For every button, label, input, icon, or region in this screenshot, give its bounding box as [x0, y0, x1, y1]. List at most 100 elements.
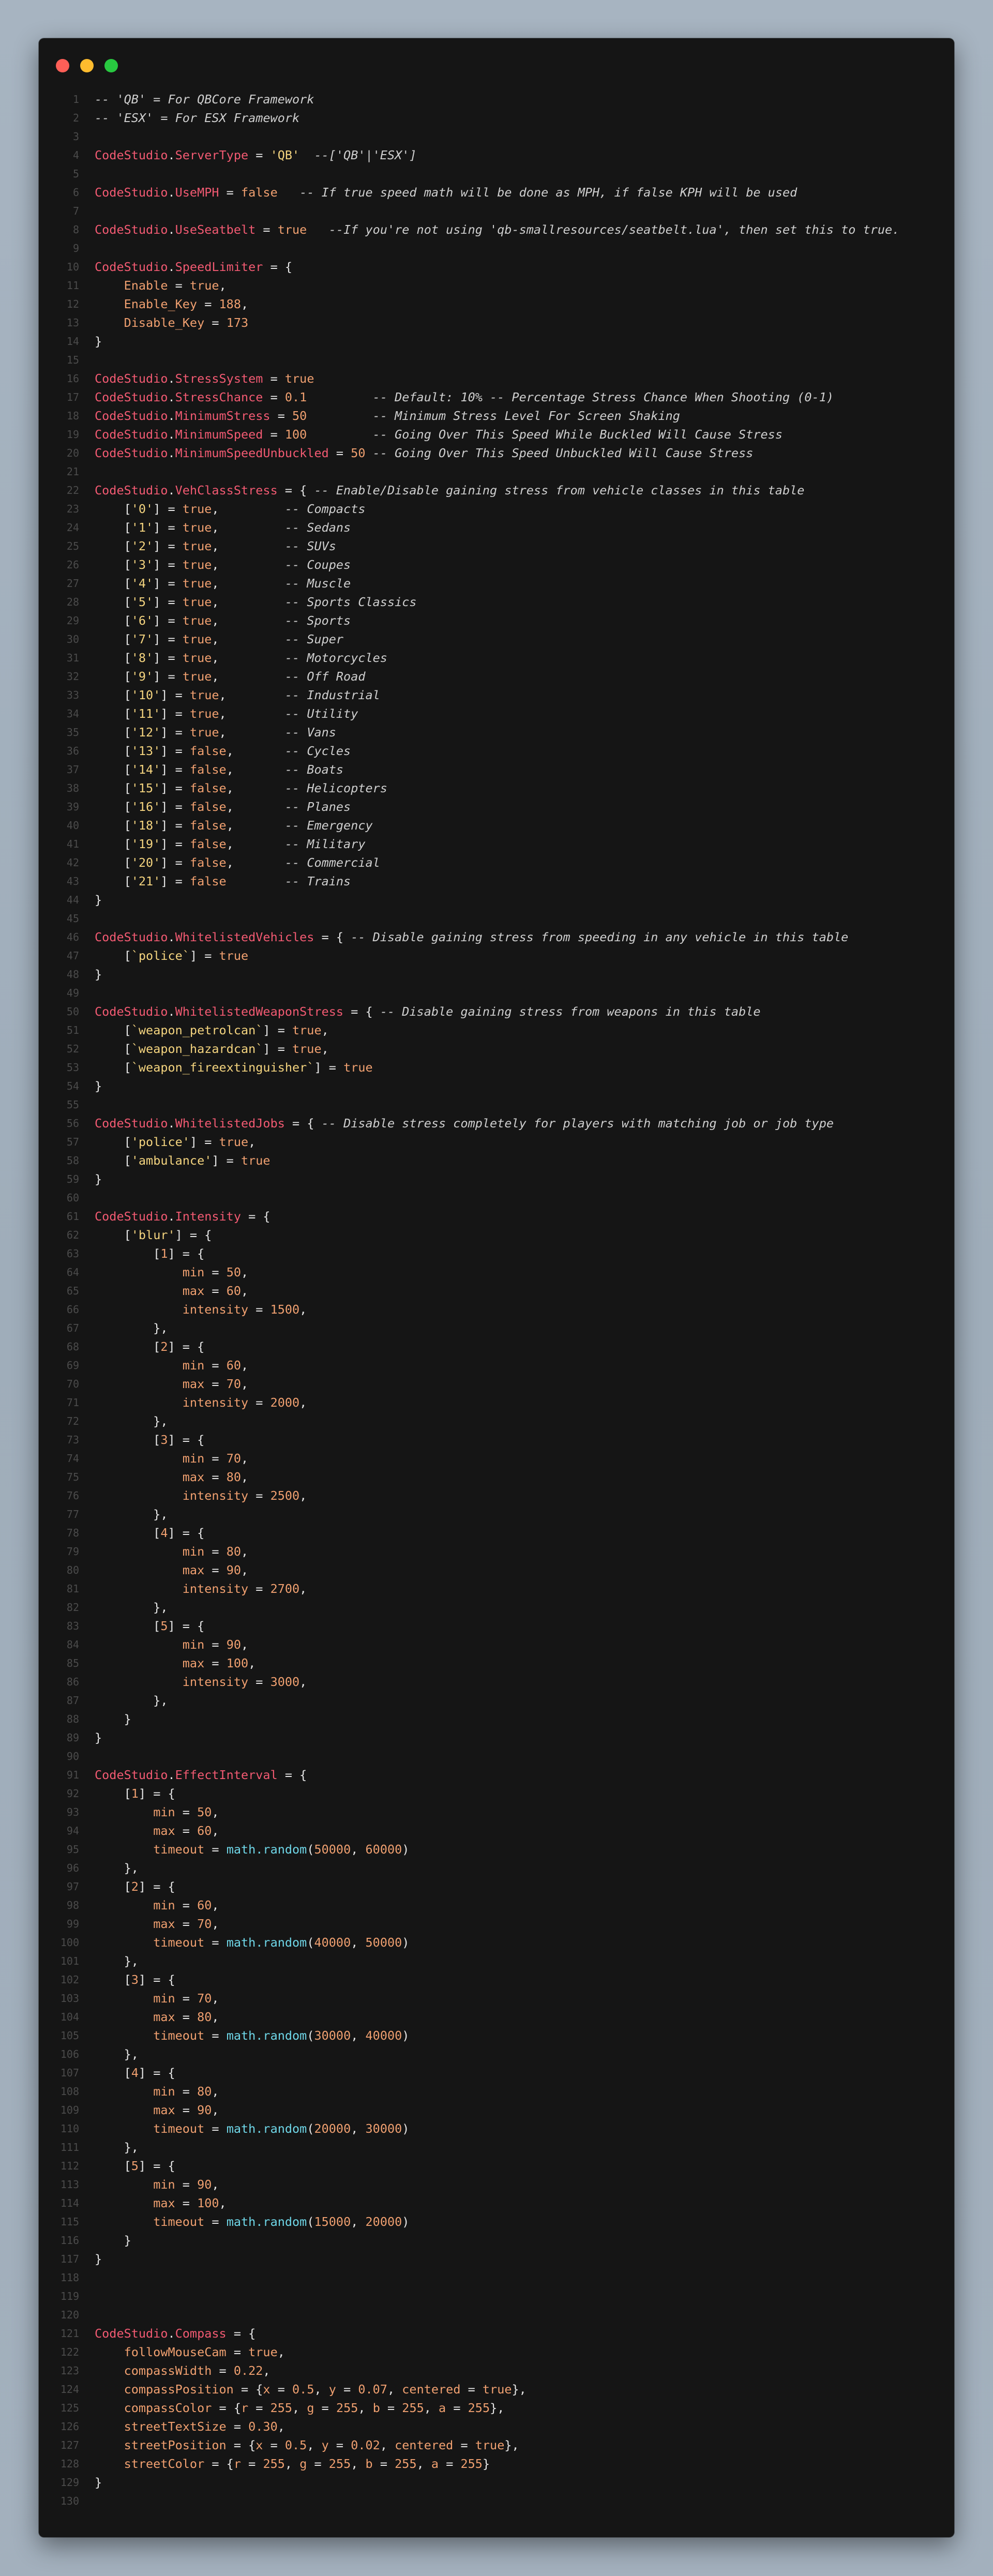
code-line: 1 -- 'QB' = For QBCore Framework: [39, 90, 954, 109]
code-token: ,: [358, 2401, 373, 2415]
code-line: 5: [39, 164, 954, 183]
code-token: y: [328, 2382, 336, 2397]
code-token: },: [95, 1693, 168, 1708]
code-token: 0.30: [248, 2419, 278, 2434]
code-line: 127 streetPosition = {x = 0.5, y = 0.02,…: [39, 2436, 954, 2454]
code-token: false: [189, 781, 227, 795]
code-token: [: [95, 744, 131, 758]
code-token: -- Planes: [284, 800, 351, 814]
line-number: 92: [66, 1787, 79, 1800]
code-line-text: max = 70,: [95, 1375, 248, 1393]
code-token: CodeStudio: [95, 185, 168, 200]
code-token: = {: [277, 1768, 307, 1782]
code-token: -- Minimum Stress Level For Screen Shaki…: [372, 409, 680, 423]
code-token: ServerType: [175, 148, 249, 162]
code-line-text: -- 'ESX' = For ESX Framework: [95, 109, 299, 127]
code-token: ,: [240, 1358, 249, 1373]
line-number: 115: [60, 2216, 79, 2228]
code-line-text: },: [95, 1952, 139, 1970]
code-token: `police`: [131, 948, 190, 963]
code-token: =: [175, 2010, 198, 2024]
code-token: 2: [160, 1339, 168, 1354]
code-line: 40 ['18'] = false, -- Emergency: [39, 816, 954, 835]
code-token: ] = {: [138, 2066, 175, 2080]
code-line-text: ['15'] = false, -- Helicopters: [95, 779, 387, 797]
code-token: = {: [284, 1116, 322, 1131]
code-line-text: CodeStudio.UseSeatbelt = true --If you'r…: [95, 220, 899, 239]
minimize-window-button[interactable]: [80, 59, 94, 72]
code-line-text: min = 70,: [95, 1449, 248, 1468]
code-token: =: [263, 390, 285, 404]
code-token: true: [182, 539, 212, 553]
code-line-text: }: [95, 1170, 102, 1188]
code-token: ,: [212, 2010, 219, 2024]
code-line-text: },: [95, 2138, 139, 2157]
line-number: 32: [66, 670, 79, 683]
line-number: 79: [66, 1545, 79, 1558]
code-token: [: [95, 1135, 131, 1149]
code-token: [: [95, 632, 131, 646]
code-token: min: [153, 1898, 175, 1912]
code-line: 111 },: [39, 2138, 954, 2157]
maximize-window-button[interactable]: [104, 59, 118, 72]
line-number: 54: [66, 1080, 79, 1092]
code-token: 0.07: [358, 2382, 387, 2397]
code-token: ] =: [160, 706, 190, 721]
code-line: 8 CodeStudio.UseSeatbelt = true --If you'…: [39, 220, 954, 239]
code-line: 81 intensity = 2700,: [39, 1579, 954, 1598]
code-token: 30000: [365, 2121, 402, 2136]
code-line: 70 max = 70,: [39, 1375, 954, 1393]
close-window-button[interactable]: [56, 59, 69, 72]
code-line-text: streetColor = {r = 255, g = 255, b = 255…: [95, 2454, 490, 2473]
code-token: ] = {: [168, 1339, 205, 1354]
code-token: MinimumStress: [175, 409, 270, 423]
code-line: 46 CodeStudio.WhitelistedVehicles = { -- …: [39, 928, 954, 946]
code-line-text: intensity = 2700,: [95, 1579, 307, 1598]
code-line: 21: [39, 462, 954, 481]
code-token: ] =: [160, 725, 190, 740]
code-token: -- Military: [284, 837, 366, 851]
code-token: -- Going Over This Speed While Buckled W…: [372, 427, 783, 442]
code-token: ): [402, 2121, 410, 2136]
code-line-text: [`weapon_petrolcan`] = true,: [95, 1021, 329, 1040]
code-line: 92 [1] = {: [39, 1784, 954, 1803]
code-token: -- SUVs: [284, 539, 336, 553]
line-number: 110: [60, 2122, 79, 2135]
code-token: ] =: [263, 1042, 293, 1056]
code-token: 80: [226, 1470, 241, 1484]
line-number: 27: [66, 577, 79, 590]
code-token: .: [168, 185, 175, 200]
code-line-text: intensity = 3000,: [95, 1673, 307, 1691]
code-token: true: [182, 576, 212, 591]
code-token: 173: [226, 315, 249, 330]
line-number: 29: [66, 614, 79, 627]
code-token: timeout: [153, 1935, 205, 1950]
code-line: 60: [39, 1188, 954, 1207]
code-line-text: CodeStudio.Intensity = {: [95, 1207, 270, 1226]
code-token: [: [95, 1339, 161, 1354]
code-token: intensity: [182, 1675, 249, 1689]
code-token: =: [248, 148, 270, 162]
code-line: 74 min = 70,: [39, 1449, 954, 1468]
code-line: 108 min = 80,: [39, 2082, 954, 2101]
code-token: (: [307, 2121, 314, 2136]
code-token: -- Cycles: [284, 744, 351, 758]
code-line-text: [`weapon_hazardcan`] = true,: [95, 1040, 329, 1058]
line-number: 7: [72, 205, 79, 217]
code-token: StressSystem: [175, 371, 263, 386]
code-token: ,: [212, 595, 285, 609]
code-line: 71 intensity = 2000,: [39, 1393, 954, 1412]
line-number: 3: [72, 130, 79, 143]
code-token: =: [380, 2401, 402, 2415]
code-token: 50: [226, 1265, 241, 1279]
code-token: 15000: [314, 2215, 351, 2229]
code-token: [: [95, 1023, 131, 1037]
code-line-text: intensity = 1500,: [95, 1300, 307, 1319]
code-token: -- Compacts: [284, 502, 366, 516]
code-token: =: [212, 2363, 234, 2378]
code-token: true: [189, 706, 219, 721]
